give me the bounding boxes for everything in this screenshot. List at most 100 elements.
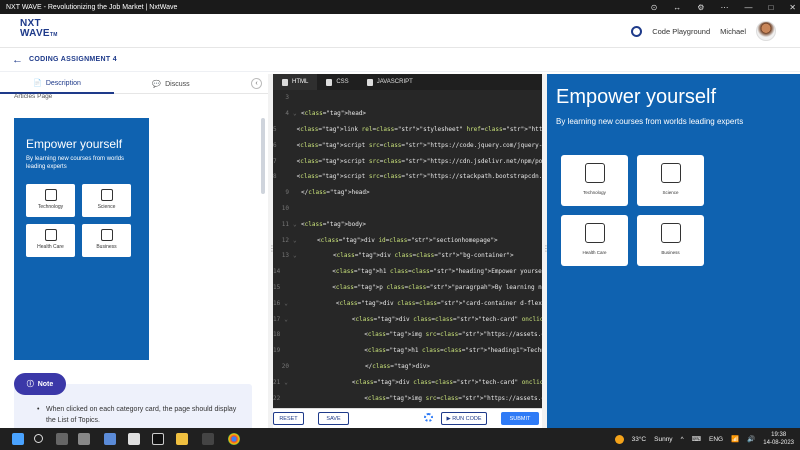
collapse-panel-button[interactable]: ‹ <box>251 78 262 89</box>
code-line[interactable]: 6 <class="tag">script src=class="str">"ht… <box>273 137 542 153</box>
chevron-up-icon[interactable]: ^ <box>681 436 684 443</box>
code-line[interactable]: 12 ⌄ <class="tag">div id=class="str">"sect… <box>273 232 542 248</box>
code-text[interactable]: <class="tag">div class=class="str">"bg-c… <box>301 252 514 259</box>
app-icon-2[interactable] <box>202 433 214 445</box>
settings-gear-icon[interactable] <box>424 413 433 422</box>
code-text[interactable]: <class="tag">script src=class="str">"htt… <box>281 173 542 180</box>
code-text[interactable]: <class="tag">p class=class="str">"paragr… <box>284 284 542 291</box>
code-lines[interactable]: 3 4 ⌄ <class="tag">head> 5 <class="tag">link … <box>273 90 542 408</box>
code-text[interactable]: <class="tag">div class=class="str">"card… <box>288 300 542 307</box>
more-icon[interactable]: ⋯ <box>720 3 728 12</box>
code-line[interactable]: 20 </class="tag">div> <box>273 359 542 375</box>
code-text[interactable]: </class="tag">head> <box>301 189 370 196</box>
search-icon[interactable] <box>34 434 43 443</box>
code-line[interactable]: 18 <class="tag">img src=class="str">"http… <box>273 327 542 343</box>
code-text[interactable]: <class="tag">head> <box>301 110 366 117</box>
weather-text[interactable]: Sunny <box>654 436 672 443</box>
code-text[interactable]: <class="tag">h1 class=class="str">"headi… <box>284 268 542 275</box>
fold-chevron-icon[interactable]: ⌄ <box>293 252 301 259</box>
run-code-button[interactable]: ▶ RUN CODE <box>441 412 487 425</box>
description-scrollbar[interactable] <box>261 118 265 194</box>
output-card-health-care[interactable]: Health Care <box>561 215 628 266</box>
code-line[interactable]: 10 <box>273 201 542 217</box>
code-line[interactable]: 8 <class="tag">script src=class="str">"ht… <box>273 169 542 185</box>
code-line[interactable]: 14 <class="tag">h1 class=class="str">"hea… <box>273 264 542 280</box>
code-text[interactable]: </class="tag">div> <box>301 363 430 370</box>
tab-description[interactable]: 📄 Description <box>0 74 114 94</box>
note-badge: ⓘ Note <box>14 373 66 395</box>
code-text[interactable]: <class="tag">body> <box>301 221 366 228</box>
volume-icon[interactable]: 🔊 <box>747 435 755 443</box>
submit-button[interactable]: SUBMIT <box>501 412 539 425</box>
user-name[interactable]: Michael <box>720 27 746 36</box>
code-editor[interactable]: HTML CSS JAVASCRIPT 3 4 ⌄ <class="tag">head… <box>273 74 542 408</box>
line-number: 14 <box>273 268 281 276</box>
code-line[interactable]: 11 ⌄ <class="tag">body> <box>273 216 542 232</box>
compass-icon[interactable] <box>631 25 643 37</box>
resize-icon[interactable]: ↔ <box>673 3 681 12</box>
keyboard-icon[interactable]: ⌨ <box>692 435 701 443</box>
output-card-technology[interactable]: Technology <box>561 155 628 206</box>
reset-button[interactable]: RESET <box>273 412 304 425</box>
code-text[interactable]: <class="tag">h1 class=class="str">"headi… <box>284 347 542 354</box>
output-card-science[interactable]: Science <box>637 155 704 206</box>
output-preview: Empower yourself By learning new courses… <box>547 74 800 428</box>
nxtwave-logo[interactable]: NXT WAVETM <box>20 19 58 40</box>
code-text[interactable]: <class="tag">div class=class="str">"tech… <box>288 379 542 386</box>
maximize-button[interactable]: □ <box>768 3 773 12</box>
code-text[interactable]: <class="tag">div id=class="str">"section… <box>301 237 498 244</box>
weather-temp[interactable]: 33°C <box>632 436 647 443</box>
health-icon <box>584 223 605 243</box>
code-line[interactable]: 7 <class="tag">script src=class="str">"ht… <box>273 153 542 169</box>
code-line[interactable]: 9 </class="tag">head> <box>273 185 542 201</box>
code-line[interactable]: 16 ⌄ <class="tag">div class=class="str">"c… <box>273 295 542 311</box>
chip-icon <box>44 189 57 201</box>
back-arrow-icon[interactable]: ← <box>12 54 23 66</box>
window-title: NXT WAVE - Revolutionizing the Job Marke… <box>6 3 178 11</box>
code-line[interactable]: 3 <box>273 90 542 106</box>
code-playground-link[interactable]: Code Playground <box>652 27 710 36</box>
clock[interactable]: 19:38 14-08-2023 <box>763 431 794 447</box>
tracking-icon[interactable]: ⊙ <box>651 3 658 12</box>
line-number: 17 <box>273 315 281 323</box>
chat-icon: 💬 <box>152 81 162 88</box>
code-text[interactable]: <class="tag">div class=class="str">"tech… <box>288 316 542 323</box>
code-text[interactable]: <class="tag">script src=class="str">"htt… <box>281 158 542 165</box>
save-button[interactable]: SAVE <box>318 412 349 425</box>
code-line[interactable]: 5 <class="tag">link rel=class="str">"styl… <box>273 122 542 138</box>
widgets-icon[interactable] <box>78 433 90 445</box>
tab-discuss[interactable]: 💬 Discuss <box>114 74 228 94</box>
code-text[interactable]: <class="tag">img src=class="str">"https:… <box>284 395 542 402</box>
code-line[interactable]: 15 <class="tag">p class=class="str">"para… <box>273 280 542 296</box>
fold-chevron-icon[interactable]: ⌄ <box>293 237 301 244</box>
code-line[interactable]: 21 ⌄ <class="tag">div class=class="str">"t… <box>273 374 542 390</box>
app-tv-icon[interactable] <box>152 433 164 445</box>
code-text[interactable]: <class="tag">link rel=class="str">"style… <box>281 126 542 133</box>
app-icon[interactable] <box>128 433 140 445</box>
code-line[interactable]: 13 ⌄ <class="tag">div class=class="str">"b… <box>273 248 542 264</box>
mail-icon[interactable] <box>104 433 116 445</box>
task-view-icon[interactable] <box>56 433 68 445</box>
articles-page-text: Articles Page <box>14 93 53 100</box>
tab-html[interactable]: HTML <box>273 74 318 90</box>
windows-start-icon[interactable] <box>12 433 24 445</box>
minimize-button[interactable]: — <box>744 3 752 12</box>
close-button[interactable]: ✕ <box>789 3 796 12</box>
tab-css[interactable]: CSS <box>317 74 357 90</box>
fold-chevron-icon[interactable]: ⌄ <box>293 110 301 117</box>
code-line[interactable]: 22 <class="tag">img src=class="str">"http… <box>273 390 542 406</box>
output-card-business[interactable]: Business <box>637 215 704 266</box>
language-indicator[interactable]: ENG <box>709 436 723 443</box>
extensions-icon[interactable]: ⚙ <box>697 3 704 12</box>
wifi-icon[interactable]: 📶 <box>731 435 739 443</box>
fold-chevron-icon[interactable]: ⌄ <box>293 221 301 228</box>
code-line[interactable]: 17 ⌄ <class="tag">div class=class="str">"t… <box>273 311 542 327</box>
file-explorer-icon[interactable] <box>176 433 188 445</box>
code-text[interactable]: <class="tag">script src=class="str">"htt… <box>281 142 542 149</box>
tab-javascript[interactable]: JAVASCRIPT <box>358 74 422 90</box>
chrome-icon[interactable] <box>228 433 240 445</box>
code-line[interactable]: 4 ⌄ <class="tag">head> <box>273 106 542 122</box>
code-text[interactable]: <class="tag">img src=class="str">"https:… <box>284 331 542 338</box>
code-line[interactable]: 19 <class="tag">h1 class=class="str">"hea… <box>273 343 542 359</box>
avatar[interactable] <box>756 21 776 41</box>
